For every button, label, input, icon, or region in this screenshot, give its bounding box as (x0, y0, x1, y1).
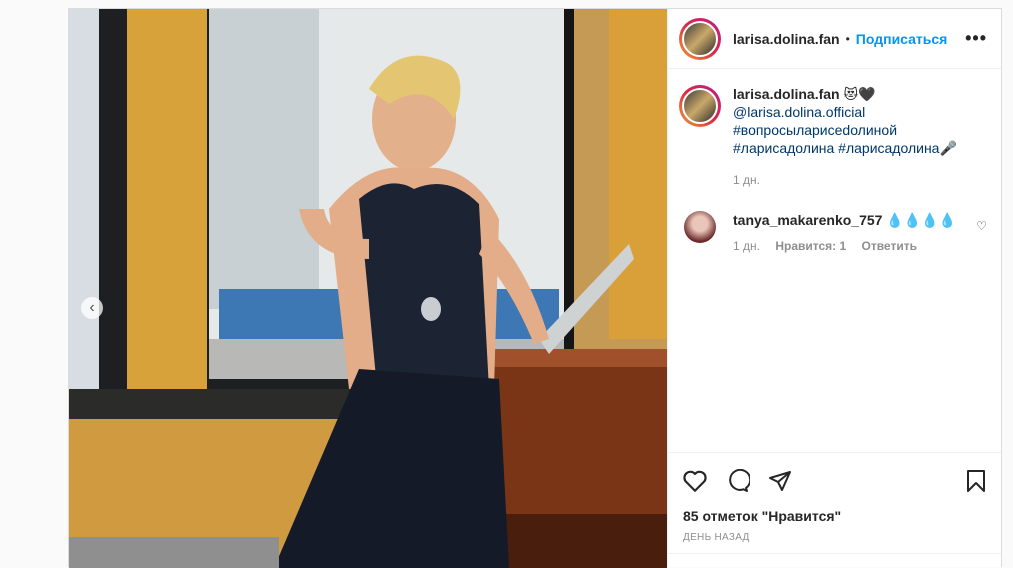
hashtag-link[interactable]: #вопросыларисеdолиной (733, 121, 957, 139)
comment-input-divider (668, 553, 1001, 567)
comment-likes[interactable]: Нравится: 1 (775, 239, 846, 253)
follow-button[interactable]: Подписаться (856, 31, 948, 47)
comment-text: 💧💧💧💧 (886, 212, 957, 228)
hashtag-link[interactable]: #ларисадолина #ларисадолина🎤 (733, 139, 957, 157)
post-card: ‹ larisa.dolina.fan • Подписаться ••• la… (68, 8, 1002, 568)
action-bar (668, 452, 1001, 508)
header-username[interactable]: larisa.dolina.fan (733, 31, 840, 47)
avatar[interactable] (679, 17, 721, 60)
caption: larisa.dolina.fan 😻🖤 @larisa.dolina.offi… (679, 85, 987, 189)
post-header: larisa.dolina.fan • Подписаться ••• (668, 9, 1001, 69)
heart-outline-icon[interactable] (682, 469, 708, 493)
comments-section: larisa.dolina.fan 😻🖤 @larisa.dolina.offi… (668, 69, 1001, 452)
mention-link[interactable]: @larisa.dolina.official (733, 103, 957, 121)
comment-item: tanya_makarenko_757 💧💧💧💧 1 дн. Нравится:… (679, 211, 987, 255)
post-date: день назад (683, 532, 750, 543)
photo-illustration (69, 9, 667, 568)
more-horizontal-icon[interactable]: ••• (965, 28, 987, 49)
reply-button[interactable]: Ответить (862, 239, 917, 253)
likes-count[interactable]: 85 отметок "Нравится" (668, 508, 1001, 524)
comment-like-icon[interactable]: ♡ (976, 219, 987, 233)
caption-time: 1 дн. (733, 173, 760, 187)
comment-username[interactable]: tanya_makarenko_757 (733, 212, 882, 228)
comment-time: 1 дн. (733, 239, 760, 253)
caption-username[interactable]: larisa.dolina.fan (733, 86, 840, 102)
caption-emoji: 😻🖤 (843, 86, 876, 102)
caption-meta: 1 дн. (733, 171, 957, 189)
comment-meta: 1 дн. Нравится: 1 Ответить (733, 237, 956, 255)
separator-dot: • (845, 31, 850, 46)
bookmark-icon[interactable] (965, 469, 987, 493)
commenter-avatar[interactable] (684, 211, 716, 243)
post-image[interactable]: ‹ (69, 9, 667, 568)
post-sidebar: larisa.dolina.fan • Подписаться ••• lari… (667, 9, 1001, 567)
comment-bubble-icon[interactable] (726, 468, 750, 493)
chevron-left-icon[interactable]: ‹ (81, 297, 103, 319)
paper-plane-icon[interactable] (768, 469, 792, 493)
caption-avatar[interactable] (679, 85, 721, 127)
